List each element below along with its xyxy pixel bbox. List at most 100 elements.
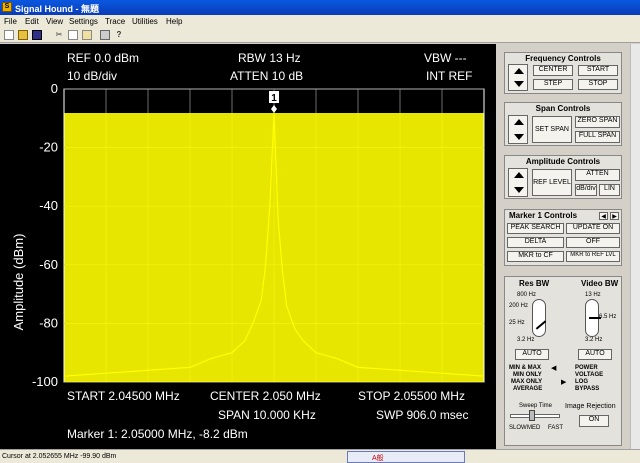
db-div-button[interactable]: dB/div: [575, 184, 597, 196]
mode-power[interactable]: POWER: [575, 365, 598, 371]
video-bw-tick-1: 13 Hz: [585, 292, 601, 298]
peak-search-button[interactable]: PEAK SEARCH: [507, 223, 564, 234]
res-bw-tick-2: 200 Hz: [509, 303, 529, 309]
paste-icon[interactable]: [82, 30, 92, 40]
mode-left-selector-icon: ◀: [551, 365, 557, 372]
sweep-time-readout: SWP 906.0 msec: [376, 408, 469, 422]
marker-readout: Marker 1: 2.05000 MHz, -8.2 dBm: [67, 427, 248, 441]
menu-view[interactable]: View: [46, 17, 63, 26]
video-bw-auto-button[interactable]: AUTO: [578, 349, 612, 360]
mode-voltage[interactable]: VOLTAGE: [575, 372, 603, 378]
window-title: Signal Hound - 無題: [15, 4, 99, 14]
video-bw-title: Video BW: [581, 279, 619, 288]
sweep-time-slider[interactable]: [510, 414, 560, 418]
video-bw-pointer-icon: [589, 317, 601, 319]
sweep-time-title: Sweep Time: [519, 403, 553, 409]
y-tick-label: -80: [39, 315, 58, 330]
y-tick-label: -100: [32, 374, 58, 389]
start-button[interactable]: START: [578, 65, 618, 76]
cut-icon[interactable]: ✂: [54, 30, 64, 40]
y-tick-label: -20: [39, 140, 58, 155]
cursor-status: Cursor at 2.052655 MHz -99.90 dBm: [2, 453, 117, 460]
bandwidth-group: Res BW Video BW 800 Hz 200 Hz 25 Hz 3.2 …: [504, 276, 622, 446]
mode-average[interactable]: AVERAGE: [513, 386, 542, 392]
stop-button[interactable]: STOP: [578, 79, 618, 90]
res-bw-tick-4: 3.2 Hz: [517, 337, 535, 343]
app-window: S Signal Hound - 無題 File Edit View Setti…: [0, 0, 640, 463]
y-tick-label: -60: [39, 257, 58, 272]
print-icon[interactable]: [100, 30, 110, 40]
full-span-button[interactable]: FULL SPAN: [575, 131, 620, 143]
frequency-controls-group: Frequency Controls CENTER START STEP STO…: [504, 52, 622, 94]
marker-next-arrow-icon[interactable]: ▶: [610, 212, 619, 220]
marker-prev-arrow-icon[interactable]: ◀: [599, 212, 608, 220]
copy-icon[interactable]: [68, 30, 78, 40]
ref-level-button[interactable]: REF LEVEL: [532, 169, 572, 196]
spectrum-display[interactable]: REF 0.0 dBm 10 dB/div RBW 13 Hz ATTEN 10…: [0, 44, 496, 449]
y-axis-label: Amplitude (dBm): [11, 234, 26, 331]
control-panel: Frequency Controls CENTER START STEP STO…: [496, 44, 640, 449]
res-bw-tick-3: 25 Hz: [509, 320, 525, 326]
atten-button[interactable]: ATTEN: [575, 169, 620, 181]
open-folder-icon[interactable]: [18, 30, 28, 40]
menu-file[interactable]: File: [4, 17, 17, 26]
y-tick-label: 0: [51, 81, 58, 96]
span-controls-title: Span Controls: [535, 104, 591, 113]
frequency-up-down-arrows[interactable]: [508, 64, 528, 91]
center-button[interactable]: CENTER: [533, 65, 573, 76]
noise-floor: [64, 107, 484, 382]
start-freq-readout: START 2.04500 MHz: [67, 389, 180, 403]
menu-edit[interactable]: Edit: [25, 17, 39, 26]
sweep-med-label: MED: [527, 425, 541, 431]
mode-bypass[interactable]: BYPASS: [575, 386, 599, 392]
status-bar: Cursor at 2.052655 MHz -99.90 dBm A般: [0, 449, 640, 463]
menu-settings[interactable]: Settings: [69, 17, 98, 26]
app-icon: S: [2, 2, 12, 12]
video-bw-tick-3: 3.2 Hz: [585, 337, 603, 343]
span-readout: SPAN 10.000 KHz: [218, 408, 316, 422]
res-bw-title: Res BW: [519, 279, 550, 288]
marker-1-label: 1: [271, 93, 277, 104]
video-bw-tick-2: 6.5 Hz: [599, 314, 617, 320]
lin-button[interactable]: LIN: [599, 184, 620, 196]
vertical-scrollbar[interactable]: [630, 44, 640, 449]
help-icon[interactable]: ?: [114, 30, 124, 40]
sweep-time-slider-thumb[interactable]: [529, 410, 535, 421]
amplitude-controls-title: Amplitude Controls: [525, 157, 601, 166]
center-freq-readout: CENTER 2.050 MHz: [210, 389, 321, 403]
save-disk-icon[interactable]: [32, 30, 42, 40]
res-bw-auto-button[interactable]: AUTO: [515, 349, 549, 360]
new-file-icon[interactable]: [4, 30, 14, 40]
menu-utilities[interactable]: Utilities: [132, 17, 158, 26]
marker-off-button[interactable]: OFF: [566, 237, 620, 248]
mkr-to-cf-button[interactable]: MKR to CF: [507, 251, 564, 262]
mode-log[interactable]: LOG: [575, 379, 588, 385]
amplitude-controls-group: Amplitude Controls REF LEVEL ATTEN dB/di…: [504, 155, 622, 199]
res-bw-tick-1: 800 Hz: [517, 292, 537, 298]
stop-freq-readout: STOP 2.05500 MHz: [358, 389, 465, 403]
sweep-fast-label: FAST: [548, 425, 564, 431]
frequency-controls-title: Frequency Controls: [525, 54, 601, 63]
ime-mode[interactable]: A般: [372, 453, 384, 463]
title-bar: S Signal Hound - 無題: [0, 0, 640, 15]
menu-trace[interactable]: Trace: [105, 17, 125, 26]
image-rejection-on-button[interactable]: ON: [579, 415, 609, 427]
span-up-down-arrows[interactable]: [508, 115, 528, 144]
amplitude-up-down-arrows[interactable]: [508, 168, 528, 197]
menu-help[interactable]: Help: [166, 17, 182, 26]
mode-right-selector-icon: ▶: [561, 379, 567, 386]
image-rejection-title: Image Rejection: [565, 403, 616, 410]
update-on-button[interactable]: UPDATE ON: [566, 223, 620, 234]
mode-min-max[interactable]: MIN & MAX: [509, 365, 541, 371]
set-span-button[interactable]: SET SPAN: [532, 116, 572, 143]
step-button[interactable]: STEP: [533, 79, 573, 90]
y-tick-label: -40: [39, 198, 58, 213]
mkr-to-ref-button[interactable]: MKR to REF LVL: [566, 251, 620, 262]
res-bw-knob[interactable]: [532, 299, 546, 337]
ime-toolbar[interactable]: A般: [347, 451, 465, 463]
span-controls-group: Span Controls SET SPAN ZERO SPAN FULL SP…: [504, 102, 622, 146]
mode-min-only[interactable]: MIN ONLY: [513, 372, 542, 378]
delta-button[interactable]: DELTA: [507, 237, 564, 248]
mode-max-only[interactable]: MAX ONLY: [511, 379, 542, 385]
zero-span-button[interactable]: ZERO SPAN: [575, 116, 620, 128]
